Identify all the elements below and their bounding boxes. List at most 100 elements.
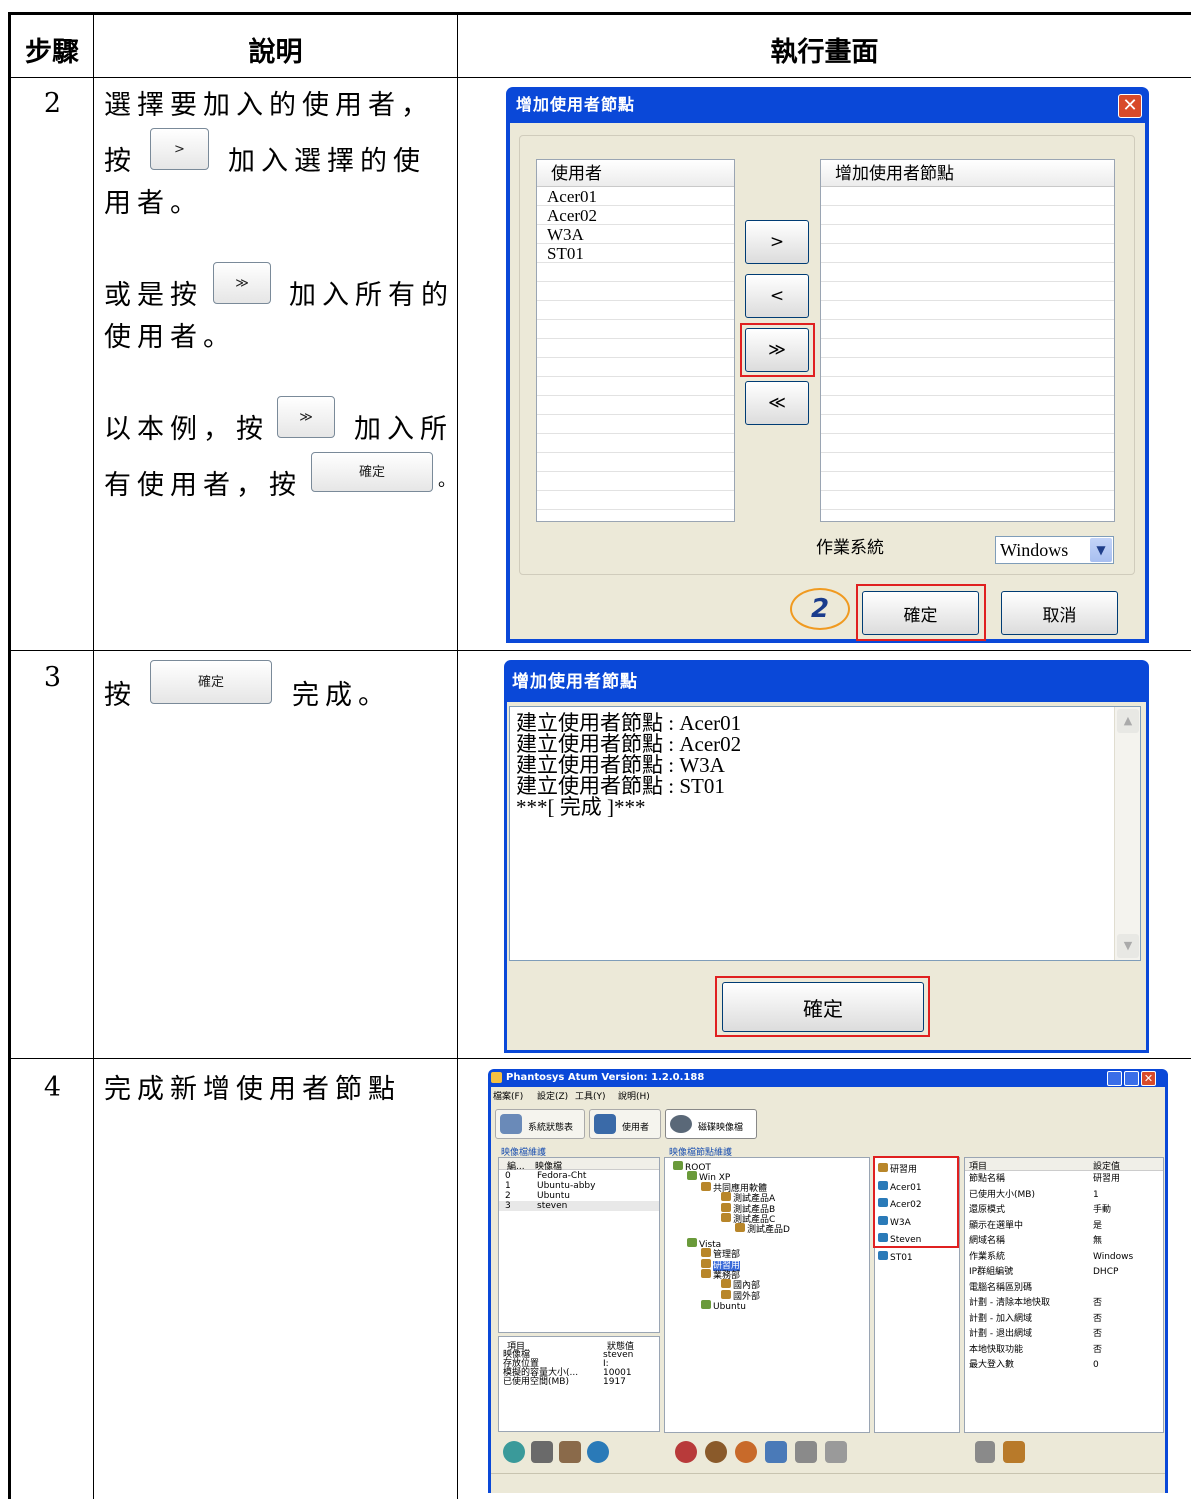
- cell: 1: [505, 1181, 511, 1191]
- log-line: 建立使用者節點 : Acer02: [516, 732, 742, 756]
- node-user-list[interactable]: 研習用 Acer01 Acer02 W3A Steven ST01: [873, 1156, 960, 1433]
- tree-node[interactable]: 研習用: [673, 1258, 790, 1271]
- scrollbar[interactable]: ▲ ▼: [1114, 707, 1140, 960]
- tree-node[interactable]: 測試產品A: [673, 1191, 790, 1204]
- table-row[interactable]: 2 Ubuntu: [499, 1191, 659, 1201]
- props-rows: 節點名稱 研習用 已使用大小(MB) 1 還原模式 手動 顯示在選單中是 網域名稱無 …: [965, 1172, 1163, 1374]
- node-tree[interactable]: ROOT Win XP 共同應用軟體 測試產品A 測試產品B 測試產品C 測試產…: [664, 1157, 870, 1433]
- image-status-table: 項目 狀態值 映像檔 steven 存放位置 I: 模擬的容量大小(... 10001…: [498, 1336, 660, 1432]
- add-image-icon[interactable]: [503, 1441, 525, 1463]
- edit-node-icon[interactable]: [735, 1441, 757, 1463]
- tree-node[interactable]: ROOT: [673, 1160, 790, 1173]
- tree-node[interactable]: Win XP: [673, 1170, 790, 1183]
- tab-users[interactable]: 使用者: [589, 1109, 661, 1139]
- tree-node[interactable]: 測試產品C: [673, 1212, 790, 1225]
- menu-file[interactable]: 檔案(F): [493, 1089, 523, 1102]
- chevron-up-icon[interactable]: ▲: [1117, 709, 1139, 733]
- table-row: 網域名稱 無: [965, 1234, 1163, 1250]
- chevron-down-icon[interactable]: ▼: [1090, 538, 1112, 562]
- minimize-icon[interactable]: [1107, 1071, 1122, 1086]
- col-divider: [93, 12, 94, 1499]
- column-header: 設定值: [1093, 1162, 1121, 1172]
- cell: 電腦名稱區別碼: [969, 1282, 1033, 1293]
- desc-line: 加入所: [354, 414, 453, 445]
- table-row[interactable]: 1 Ubuntu-abby: [499, 1181, 659, 1191]
- desc-line: 完成新增使用者節點: [104, 1074, 401, 1105]
- desc-line: 選擇要加入的使用者，: [104, 90, 434, 121]
- table-row: 已使用大小(MB) 1: [965, 1188, 1163, 1204]
- tree-node[interactable]: 共同應用軟體: [673, 1181, 790, 1194]
- tree-node[interactable]: Vista: [673, 1237, 790, 1250]
- os-select[interactable]: Windows ▼: [995, 536, 1114, 564]
- refresh-image-icon[interactable]: [587, 1441, 609, 1463]
- cancel-button[interactable]: 取消: [1001, 591, 1118, 635]
- clear-icon[interactable]: [975, 1441, 995, 1463]
- delete-node-icon[interactable]: [705, 1441, 727, 1463]
- node-list-header: 增加使用者節點: [821, 160, 1114, 187]
- list-item[interactable]: Acer01: [537, 187, 734, 206]
- list-item[interactable]: Acer02: [537, 206, 734, 225]
- cell: 節點名稱: [969, 1174, 1006, 1184]
- table-row: 電腦名稱區別碼: [965, 1281, 1163, 1297]
- desc-line: 加入所有的: [289, 280, 454, 311]
- desc-line: 有使用者，按: [104, 470, 302, 501]
- tab-status[interactable]: 系統狀態表: [495, 1109, 585, 1139]
- add-node-icon[interactable]: [675, 1441, 697, 1463]
- list-item[interactable]: W3A: [537, 225, 734, 244]
- header-description: 說明: [248, 37, 303, 68]
- tree-node[interactable]: Ubuntu: [673, 1299, 790, 1312]
- delete-image-icon[interactable]: [531, 1441, 553, 1463]
- user-list-header: 使用者: [537, 160, 734, 187]
- add-selected-button[interactable]: >: [745, 220, 809, 264]
- table-row[interactable]: 3 steven: [499, 1201, 659, 1211]
- app-icon: [491, 1072, 502, 1083]
- cell: 是: [1093, 1220, 1103, 1231]
- desc-line: 使用者。: [104, 322, 236, 353]
- tree-node[interactable]: 管理部: [673, 1247, 790, 1260]
- close-icon[interactable]: ✕: [1118, 94, 1142, 118]
- list-item[interactable]: ST01: [537, 244, 734, 263]
- table-row: 還原模式 手動: [965, 1203, 1163, 1219]
- desc-line: 。: [438, 470, 462, 491]
- tree-node[interactable]: 國外部: [673, 1289, 790, 1302]
- desc-line: 加入選擇的使: [228, 146, 426, 177]
- node-user-list[interactable]: 增加使用者節點: [820, 159, 1115, 522]
- close-icon[interactable]: ✕: [1141, 1071, 1156, 1086]
- chevron-down-icon[interactable]: ▼: [1117, 934, 1139, 958]
- move-node-icon[interactable]: [795, 1441, 817, 1463]
- dialog-title: 增加使用者節點: [516, 95, 636, 114]
- image-rows: 0 Fedora-Cht 1 Ubuntu-abby 2 Ubuntu 3 steven: [499, 1171, 659, 1211]
- os-label: 作業系統: [816, 538, 884, 558]
- cell: 1: [1093, 1189, 1099, 1200]
- edit-image-icon[interactable]: [559, 1441, 581, 1463]
- tree-node[interactable]: 國內部: [673, 1278, 790, 1291]
- node-properties: 項目 設定值 節點名稱 研習用 已使用大小(MB) 1 還原模式 手動 顯示在選單中 是…: [964, 1157, 1164, 1433]
- cell: 計劃 - 清除本地快取: [969, 1298, 1050, 1308]
- settings-icon[interactable]: [1003, 1441, 1025, 1463]
- tab-disk-images[interactable]: 磁碟映像檔: [665, 1109, 757, 1139]
- users-node-icon[interactable]: [765, 1441, 787, 1463]
- user-list[interactable]: 使用者 Acer01 Acer02 W3A ST01: [536, 159, 735, 522]
- tree-node[interactable]: 測試產品B: [673, 1202, 790, 1215]
- desc-line: 或是按: [104, 280, 203, 311]
- log-line: 建立使用者節點 : ST01: [516, 774, 725, 798]
- tree-label: 測試產品D: [747, 1225, 790, 1236]
- hand-icon[interactable]: [825, 1441, 847, 1463]
- menu-settings[interactable]: 設定(Z): [537, 1089, 568, 1102]
- log-textarea[interactable]: 建立使用者節點 : Acer01 建立使用者節點 : Acer02 建立使用者節…: [509, 706, 1141, 961]
- status-icon: [500, 1114, 522, 1134]
- ok-button-sample: 確定: [311, 452, 433, 492]
- highlight-box: [873, 1156, 959, 1248]
- image-list[interactable]: 編... 映像檔 0 Fedora-Cht 1 Ubuntu-abby 2 Ubunt…: [498, 1157, 660, 1333]
- remove-all-button[interactable]: ≪: [745, 381, 809, 425]
- remove-selected-button[interactable]: <: [745, 274, 809, 318]
- desc-line: 按: [104, 146, 137, 177]
- table-row[interactable]: 0 Fedora-Cht: [499, 1171, 659, 1181]
- menu-tools[interactable]: 工具(Y): [575, 1089, 606, 1102]
- tree-node[interactable]: 業務部: [673, 1268, 790, 1281]
- image-list-header: 編... 映像檔: [499, 1158, 659, 1172]
- list-item[interactable]: ST01: [878, 1248, 922, 1266]
- menu-help[interactable]: 說明(H): [618, 1089, 650, 1102]
- tree-node[interactable]: 測試產品D: [673, 1222, 790, 1236]
- maximize-icon[interactable]: [1124, 1071, 1139, 1086]
